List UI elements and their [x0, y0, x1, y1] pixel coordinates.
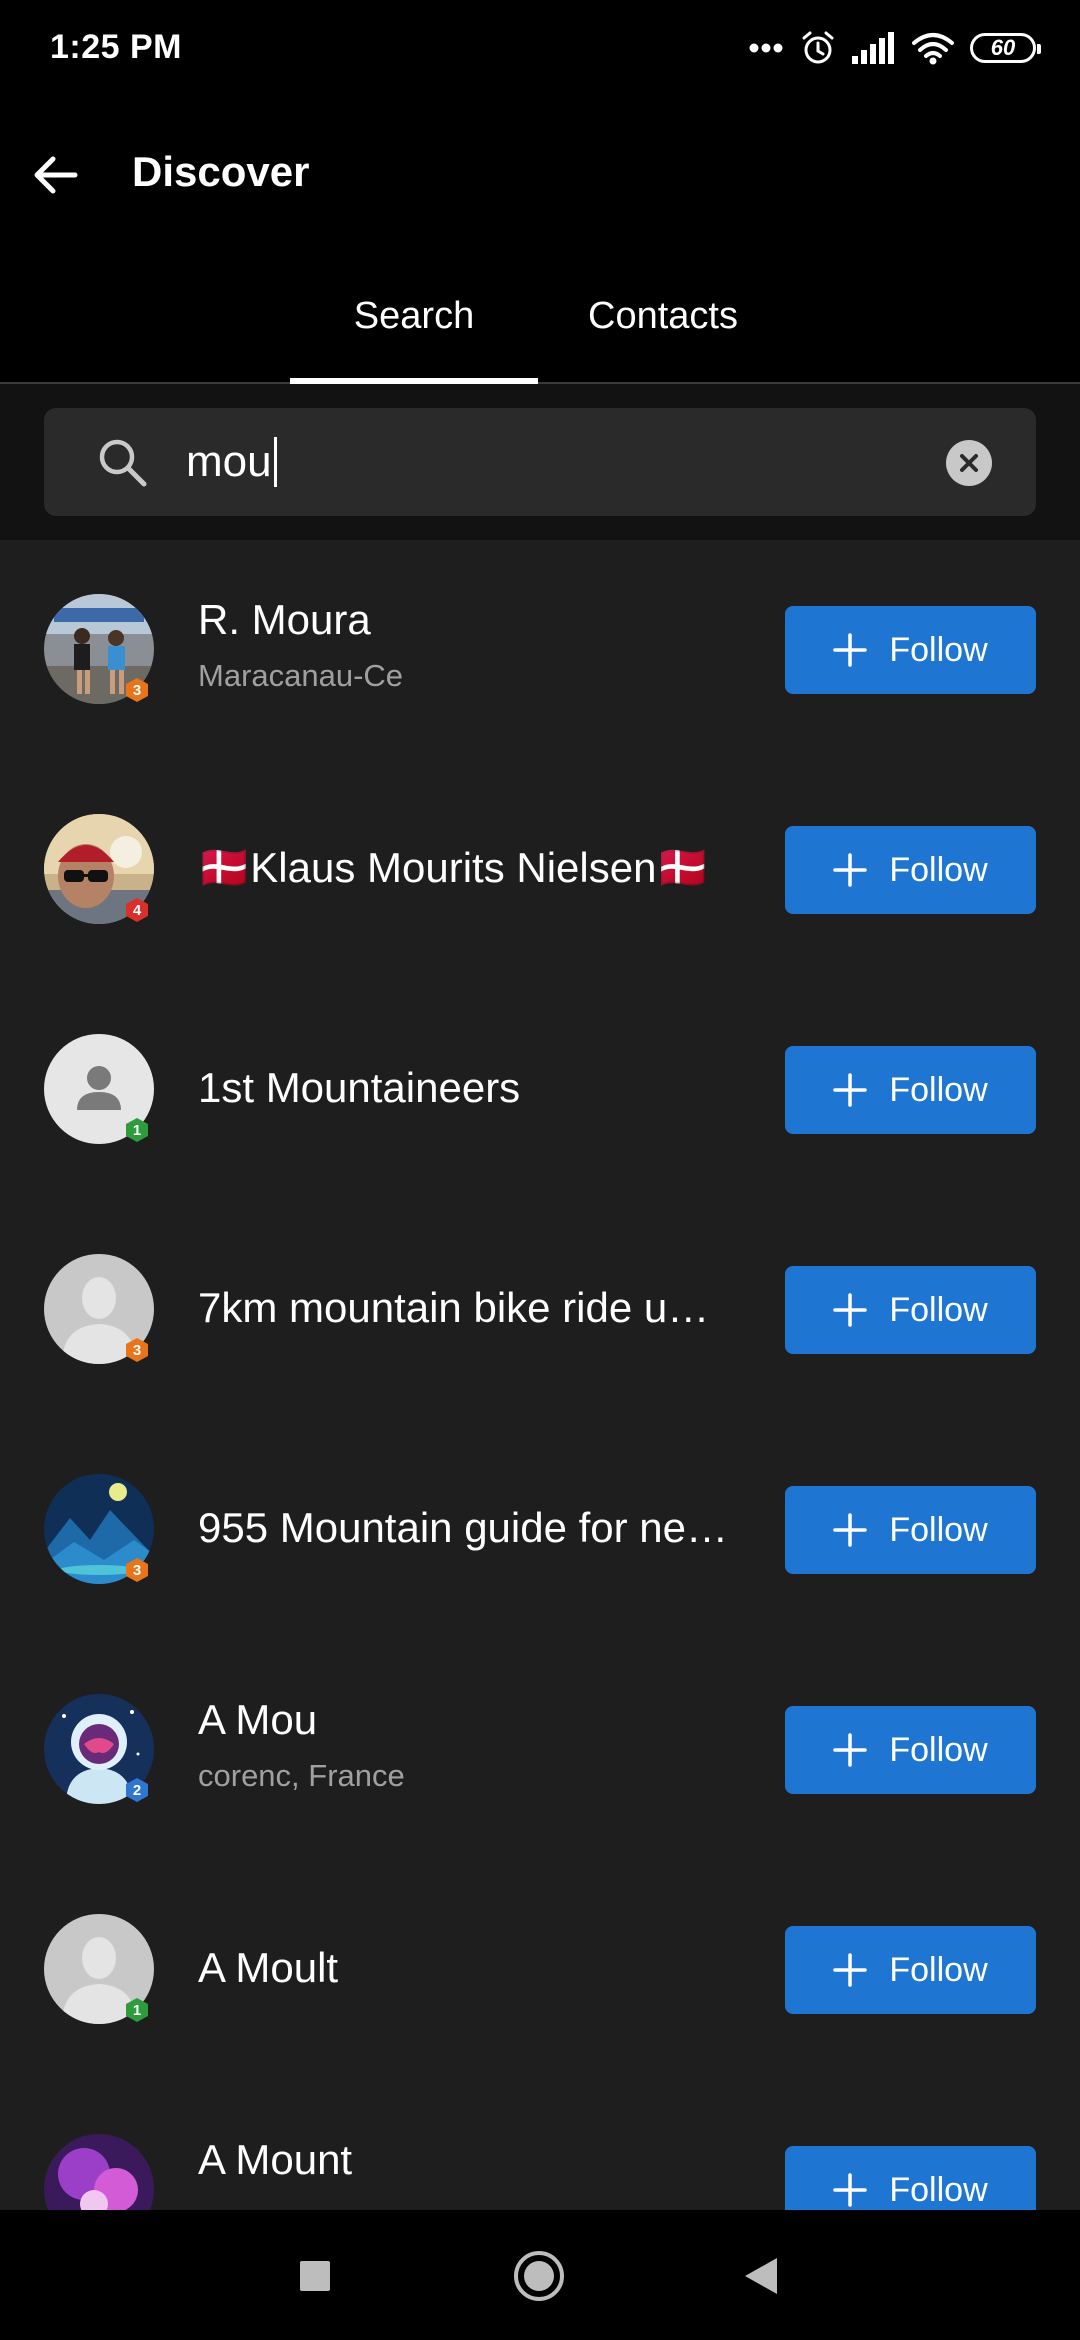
- square-icon: [300, 2261, 330, 2291]
- alarm-icon: [802, 31, 834, 64]
- follow-button[interactable]: Follow: [785, 1926, 1036, 2014]
- user-name[interactable]: 7km mountain bike ride u…: [198, 1284, 709, 1332]
- back-nav-button[interactable]: [733, 2248, 789, 2304]
- status-time: 1:25 PM: [50, 28, 182, 66]
- back-arrow-icon: [34, 156, 78, 194]
- follow-button[interactable]: Follow: [785, 606, 1036, 694]
- follow-button[interactable]: Follow: [785, 1046, 1036, 1134]
- user-name[interactable]: A Mount: [198, 2136, 352, 2184]
- follow-button[interactable]: Follow: [785, 826, 1036, 914]
- user-name[interactable]: A Moult: [198, 1944, 338, 1992]
- page-title: Discover: [132, 148, 310, 195]
- plus-icon: [833, 1953, 868, 1987]
- battery-level: 60: [990, 35, 1016, 60]
- list-item[interactable]: 3 955 Mountain guide for ne… Follow: [0, 1420, 1080, 1640]
- triangle-back-icon: [745, 2258, 777, 2294]
- avatar[interactable]: [44, 2134, 154, 2210]
- plus-icon: [833, 2173, 868, 2207]
- user-location: Maracanau-Ce: [198, 658, 404, 693]
- user-name[interactable]: R. Moura: [198, 596, 371, 644]
- list-item[interactable]: 1 A Moult Follow: [0, 1860, 1080, 2080]
- system-nav-bar: [0, 2210, 1080, 2340]
- plus-icon: [833, 1733, 868, 1767]
- battery-icon: 60: [970, 33, 1041, 63]
- follow-label: Follow: [889, 2170, 988, 2209]
- plus-icon: [833, 633, 868, 667]
- text-cursor: [273, 437, 277, 487]
- tab-contacts[interactable]: Contacts: [548, 248, 778, 384]
- follow-label: Follow: [889, 1730, 988, 1769]
- tab-bar: Search Contacts: [0, 248, 1080, 384]
- follow-label: Follow: [889, 630, 988, 669]
- follow-button[interactable]: Follow: [785, 1266, 1036, 1354]
- search-input-value: mou: [186, 437, 272, 486]
- tab-search[interactable]: Search: [290, 248, 538, 384]
- list-item[interactable]: 2 A Mou corenc, France Follow: [0, 1640, 1080, 1860]
- user-name[interactable]: 955 Mountain guide for ne…: [198, 1504, 728, 1552]
- follow-label: Follow: [889, 1510, 988, 1549]
- plus-icon: [833, 1293, 868, 1327]
- home-button[interactable]: [511, 2248, 567, 2304]
- plus-icon: [833, 853, 868, 887]
- list-item[interactable]: 4 🇩🇰Klaus Mourits Nielsen🇩🇰 Follow: [0, 760, 1080, 980]
- search-icon: [99, 439, 147, 487]
- follow-label: Follow: [889, 850, 988, 889]
- status-icons: 60: [748, 26, 1041, 70]
- results-list[interactable]: 3 R. Moura Maracanau-Ce Follow 4 🇩🇰Klaus…: [0, 540, 1080, 2210]
- follow-button[interactable]: Follow: [785, 1706, 1036, 1794]
- follow-label: Follow: [889, 1070, 988, 1109]
- search-input[interactable]: mou: [186, 428, 946, 496]
- user-location: corenc, France: [198, 1758, 405, 1793]
- app-bar: Discover: [0, 96, 1080, 248]
- signal-icon: [852, 32, 894, 64]
- user-name[interactable]: 🇩🇰Klaus Mourits Nielsen🇩🇰: [198, 844, 709, 893]
- search-area: mou: [0, 384, 1080, 540]
- close-icon: [960, 454, 978, 472]
- follow-label: Follow: [889, 1950, 988, 1989]
- search-box[interactable]: mou: [44, 408, 1036, 516]
- plus-icon: [833, 1513, 868, 1547]
- user-name[interactable]: A Mou: [198, 1696, 317, 1744]
- recents-button[interactable]: [287, 2248, 343, 2304]
- list-item[interactable]: A Mount Follow: [0, 2080, 1080, 2210]
- follow-button[interactable]: Follow: [785, 1486, 1036, 1574]
- back-button[interactable]: [22, 142, 88, 208]
- clear-search-button[interactable]: [946, 440, 992, 486]
- plus-icon: [833, 1073, 868, 1107]
- list-item[interactable]: 3 R. Moura Maracanau-Ce Follow: [0, 540, 1080, 760]
- list-item[interactable]: 3 7km mountain bike ride u… Follow: [0, 1200, 1080, 1420]
- status-bar: 1:25 PM 60: [0, 0, 1080, 96]
- wifi-icon: [912, 33, 954, 65]
- home-circle-icon: [514, 2251, 564, 2301]
- user-name[interactable]: 1st Mountaineers: [198, 1064, 520, 1112]
- follow-button[interactable]: Follow: [785, 2146, 1036, 2210]
- list-item[interactable]: 1 1st Mountaineers Follow: [0, 980, 1080, 1200]
- more-dots-icon: [749, 43, 783, 53]
- follow-label: Follow: [889, 1290, 988, 1329]
- purple-art-avatar-icon: [44, 2134, 154, 2210]
